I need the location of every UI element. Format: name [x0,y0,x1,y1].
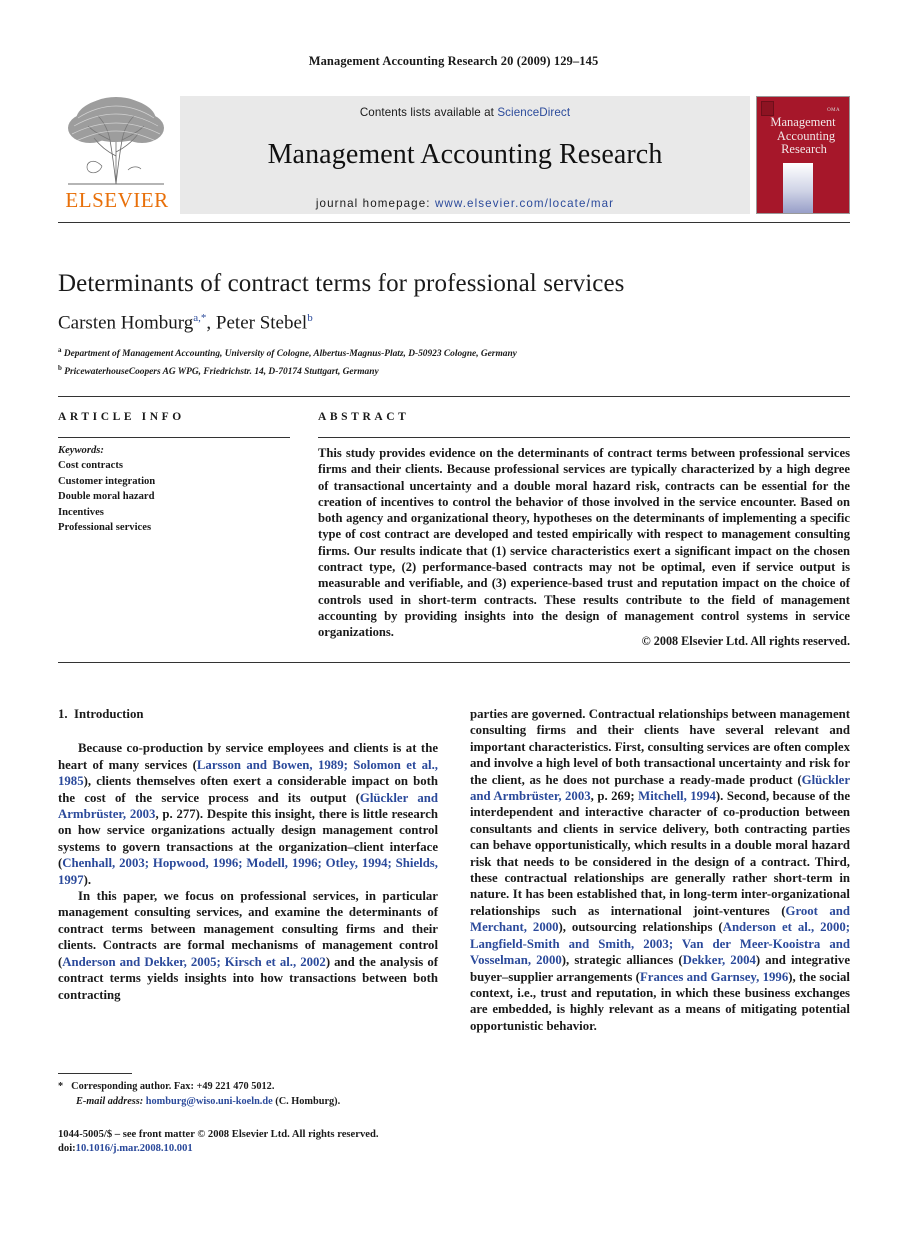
author-2-affil-marker: b [307,312,313,324]
contents-prefix: Contents lists available at [359,106,498,119]
homepage-url-link[interactable]: www.elsevier.com/locate/mar [435,197,614,210]
citation-link[interactable]: Frances and Garnsey, 1996 [640,970,788,984]
article-info-heading: ARTICLE INFO [58,411,185,423]
email-label: E-mail address: [76,1095,144,1107]
author-2-name: , Peter Stebel [206,312,308,334]
keyword-item: Professional services [58,522,152,534]
affiliation-b-text: PricewaterhouseCoopers AG WPG, Friedrich… [64,366,379,377]
citation-link[interactable]: Chenhall, 2003; Hopwood, 1996; Modell, 1… [58,856,438,886]
keyword-item: Cost contracts [58,460,124,472]
body-column-left: 1. Introduction Because co-production by… [58,706,438,1003]
contents-available-line: Contents lists available at ScienceDirec… [180,96,750,119]
paragraph: parties are governed. Contractual relati… [470,706,850,1034]
sciencedirect-link[interactable]: ScienceDirect [497,106,570,119]
email-suffix: (C. Homburg). [272,1095,341,1107]
cover-gradient-bar [783,163,813,213]
abstract-heading: ABSTRACT [318,411,410,423]
cover-title-line1: Management [770,115,836,129]
affiliation-b-marker: b [58,363,62,372]
affiliation-b: b PricewaterhouseCoopers AG WPG, Friedri… [58,362,838,380]
masthead-divider [58,222,850,223]
footnote-divider [58,1073,132,1074]
abstract-divider-mid [318,437,850,438]
section-number: 1. [58,707,68,721]
cover-title: Management Accounting Research [757,115,849,157]
cover-title-line2: Accounting [776,128,836,143]
info-divider-top [58,396,850,397]
citation-link[interactable]: Anderson and Dekker, 2005; Kirsch et al.… [62,955,326,969]
elsevier-wordmark: ELSEVIER [65,188,169,212]
journal-homepage-line: journal homepage: www.elsevier.com/locat… [180,197,750,210]
email-note: E-mail address: homburg@wiso.uni-koeln.d… [58,1095,440,1110]
section-heading-introduction: 1. Introduction [58,706,438,722]
doi-label: doi: [58,1143,76,1155]
keyword-item: Double moral hazard [58,491,155,503]
doi-line: doi:10.1016/j.mar.2008.10.001 [58,1142,458,1156]
journal-title: Management Accounting Research [267,139,663,170]
copyright-line: © 2008 Elsevier Ltd. All rights reserved… [641,634,850,648]
info-divider-bottom [58,662,850,663]
text-run: ). Second, because of the interdependent… [470,789,851,918]
affiliation-a-marker: a [58,346,62,354]
keywords-label: Keywords: [58,445,104,456]
footnote-text: Corresponding author. Fax: +49 221 470 5… [71,1081,275,1092]
author-1-name: Carsten Homburg [58,312,194,334]
cover-badge: OMA [827,108,840,113]
journal-article-page: Management Accounting Research 20 (2009)… [0,0,907,1238]
footnote-block: * Corresponding author. Fax: +49 221 470 … [58,1080,440,1109]
affiliations: a Department of Management Accounting, U… [58,344,838,379]
citation-link[interactable]: Dekker, 2004 [683,953,756,967]
issn-copyright-line: 1044-5005/$ – see front matter © 2008 El… [58,1129,379,1140]
cover-publisher-icon [761,101,774,116]
author-1-affil-marker: a, [193,312,201,324]
keyword-item: Incentives [58,506,104,518]
text-run: parties are governed. Contractual relati… [470,707,850,787]
info-divider-mid [58,437,290,438]
elsevier-logo: ELSEVIER [58,96,176,214]
journal-cover-thumbnail[interactable]: OMA Management Accounting Research [756,96,850,214]
keyword-item: Customer integration [58,475,156,487]
affiliation-a-text: Department of Management Accounting, Uni… [63,349,517,360]
abstract-text: This study provides evidence on the dete… [318,446,850,640]
frontmatter-block: 1044-5005/$ – see front matter © 2008 El… [58,1128,458,1157]
cover-title-line3: Research [781,142,827,156]
affiliation-a: a Department of Management Accounting, U… [58,344,838,362]
corresponding-author-note: * Corresponding author. Fax: +49 221 470 … [58,1080,440,1095]
keywords-block: Keywords: Cost contracts Customer integr… [58,443,290,535]
elsevier-tree-icon [68,97,164,185]
paragraph: Because co-production by service employe… [58,740,438,888]
text-run: ), strategic alliances ( [561,953,683,968]
journal-masthead: ELSEVIER Contents lists available at Sci… [58,96,850,214]
doi-link[interactable]: 10.1016/j.mar.2008.10.001 [76,1143,193,1154]
page-title: Determinants of contract terms for profe… [58,270,625,297]
author-list: Carsten Homburga,*, Peter Stebelb [58,312,838,334]
text-run: ). [83,872,92,887]
sciencedirect-banner: Contents lists available at ScienceDirec… [180,96,750,214]
footnote-star-marker: * [58,1081,64,1092]
text-run: , p. 269; [590,789,639,804]
citation-link[interactable]: Mitchell, 1994 [638,789,716,803]
email-link[interactable]: homburg@wiso.uni-koeln.de [146,1096,273,1107]
body-column-right: parties are governed. Contractual relati… [470,706,850,1034]
running-head: Management Accounting Research 20 (2009)… [308,54,599,68]
text-run: ), outsourcing relationships ( [558,920,723,935]
section-title: Introduction [74,707,144,721]
homepage-label: journal homepage: [315,197,431,210]
paragraph: In this paper, we focus on professional … [58,888,438,1003]
